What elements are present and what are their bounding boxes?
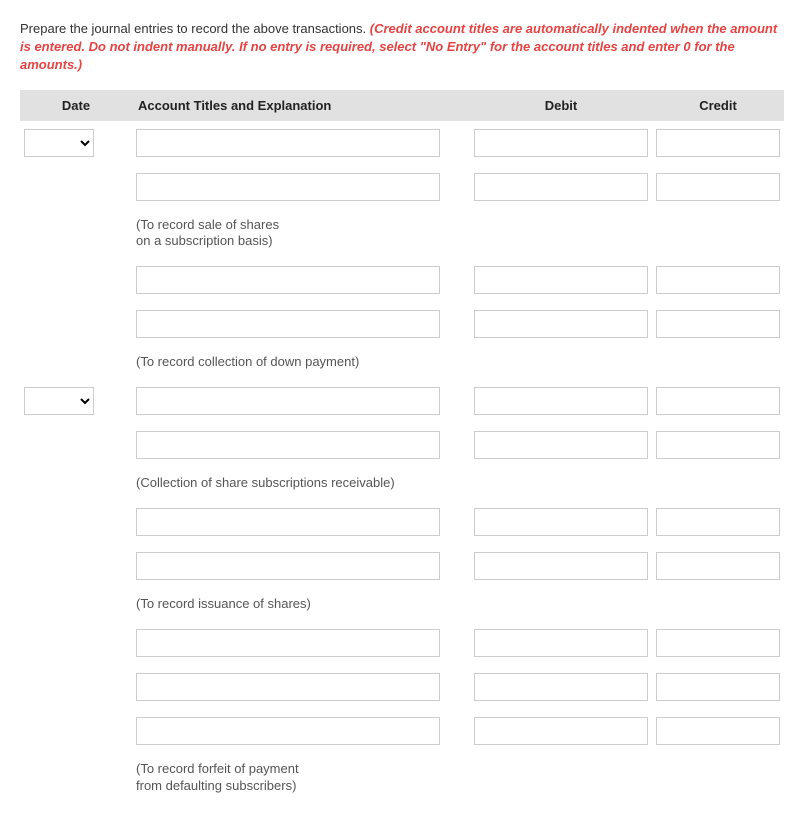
explanation-row: (Collection of share subscriptions recei… bbox=[20, 467, 784, 500]
account-input[interactable] bbox=[136, 673, 440, 701]
explanation-line: (To record sale of shares bbox=[136, 217, 279, 232]
table-row bbox=[20, 665, 784, 709]
credit-input[interactable] bbox=[656, 552, 780, 580]
explanation-3: (Collection of share subscriptions recei… bbox=[132, 467, 470, 500]
credit-input[interactable] bbox=[656, 129, 780, 157]
debit-input[interactable] bbox=[474, 173, 648, 201]
table-row bbox=[20, 302, 784, 346]
table-header-row: Date Account Titles and Explanation Debi… bbox=[20, 90, 784, 121]
explanation-1: (To record sale of shares on a subscript… bbox=[132, 209, 470, 259]
credit-input[interactable] bbox=[656, 629, 780, 657]
debit-input[interactable] bbox=[474, 717, 648, 745]
account-input[interactable] bbox=[136, 129, 440, 157]
table-row bbox=[20, 121, 784, 165]
debit-input[interactable] bbox=[474, 431, 648, 459]
header-debit: Debit bbox=[470, 90, 652, 121]
debit-input[interactable] bbox=[474, 673, 648, 701]
credit-input[interactable] bbox=[656, 673, 780, 701]
account-input[interactable] bbox=[136, 552, 440, 580]
table-row bbox=[20, 544, 784, 588]
date-select-1[interactable] bbox=[24, 129, 94, 157]
explanation-line: from defaulting subscribers) bbox=[136, 778, 296, 793]
table-row bbox=[20, 621, 784, 665]
explanation-row: (To record forfeit of payment from defau… bbox=[20, 753, 784, 803]
explanation-5: (To record forfeit of payment from defau… bbox=[132, 753, 470, 803]
account-input[interactable] bbox=[136, 310, 440, 338]
table-row bbox=[20, 709, 784, 753]
debit-input[interactable] bbox=[474, 508, 648, 536]
instruction-text: Prepare the journal entries to record th… bbox=[20, 20, 784, 75]
instruction-black: Prepare the journal entries to record th… bbox=[20, 21, 370, 36]
explanation-row: (To record issuance of shares) bbox=[20, 588, 784, 621]
debit-input[interactable] bbox=[474, 552, 648, 580]
table-row bbox=[20, 258, 784, 302]
credit-input[interactable] bbox=[656, 173, 780, 201]
account-input[interactable] bbox=[136, 173, 440, 201]
explanation-4: (To record issuance of shares) bbox=[132, 588, 470, 621]
credit-input[interactable] bbox=[656, 508, 780, 536]
credit-input[interactable] bbox=[656, 310, 780, 338]
table-row bbox=[20, 379, 784, 423]
account-input[interactable] bbox=[136, 266, 440, 294]
credit-input[interactable] bbox=[656, 431, 780, 459]
header-account: Account Titles and Explanation bbox=[132, 90, 470, 121]
table-row bbox=[20, 165, 784, 209]
explanation-2: (To record collection of down payment) bbox=[132, 346, 470, 379]
account-input[interactable] bbox=[136, 431, 440, 459]
table-row bbox=[20, 500, 784, 544]
explanation-line: (To record forfeit of payment bbox=[136, 761, 299, 776]
table-row bbox=[20, 423, 784, 467]
account-input[interactable] bbox=[136, 629, 440, 657]
date-select-2[interactable] bbox=[24, 387, 94, 415]
credit-input[interactable] bbox=[656, 717, 780, 745]
credit-input[interactable] bbox=[656, 387, 780, 415]
journal-table: Date Account Titles and Explanation Debi… bbox=[20, 90, 784, 803]
debit-input[interactable] bbox=[474, 129, 648, 157]
account-input[interactable] bbox=[136, 717, 440, 745]
debit-input[interactable] bbox=[474, 310, 648, 338]
explanation-line: on a subscription basis) bbox=[136, 233, 273, 248]
header-date: Date bbox=[20, 90, 132, 121]
account-input[interactable] bbox=[136, 508, 440, 536]
explanation-row: (To record sale of shares on a subscript… bbox=[20, 209, 784, 259]
header-credit: Credit bbox=[652, 90, 784, 121]
debit-input[interactable] bbox=[474, 629, 648, 657]
explanation-row: (To record collection of down payment) bbox=[20, 346, 784, 379]
debit-input[interactable] bbox=[474, 266, 648, 294]
debit-input[interactable] bbox=[474, 387, 648, 415]
account-input[interactable] bbox=[136, 387, 440, 415]
credit-input[interactable] bbox=[656, 266, 780, 294]
